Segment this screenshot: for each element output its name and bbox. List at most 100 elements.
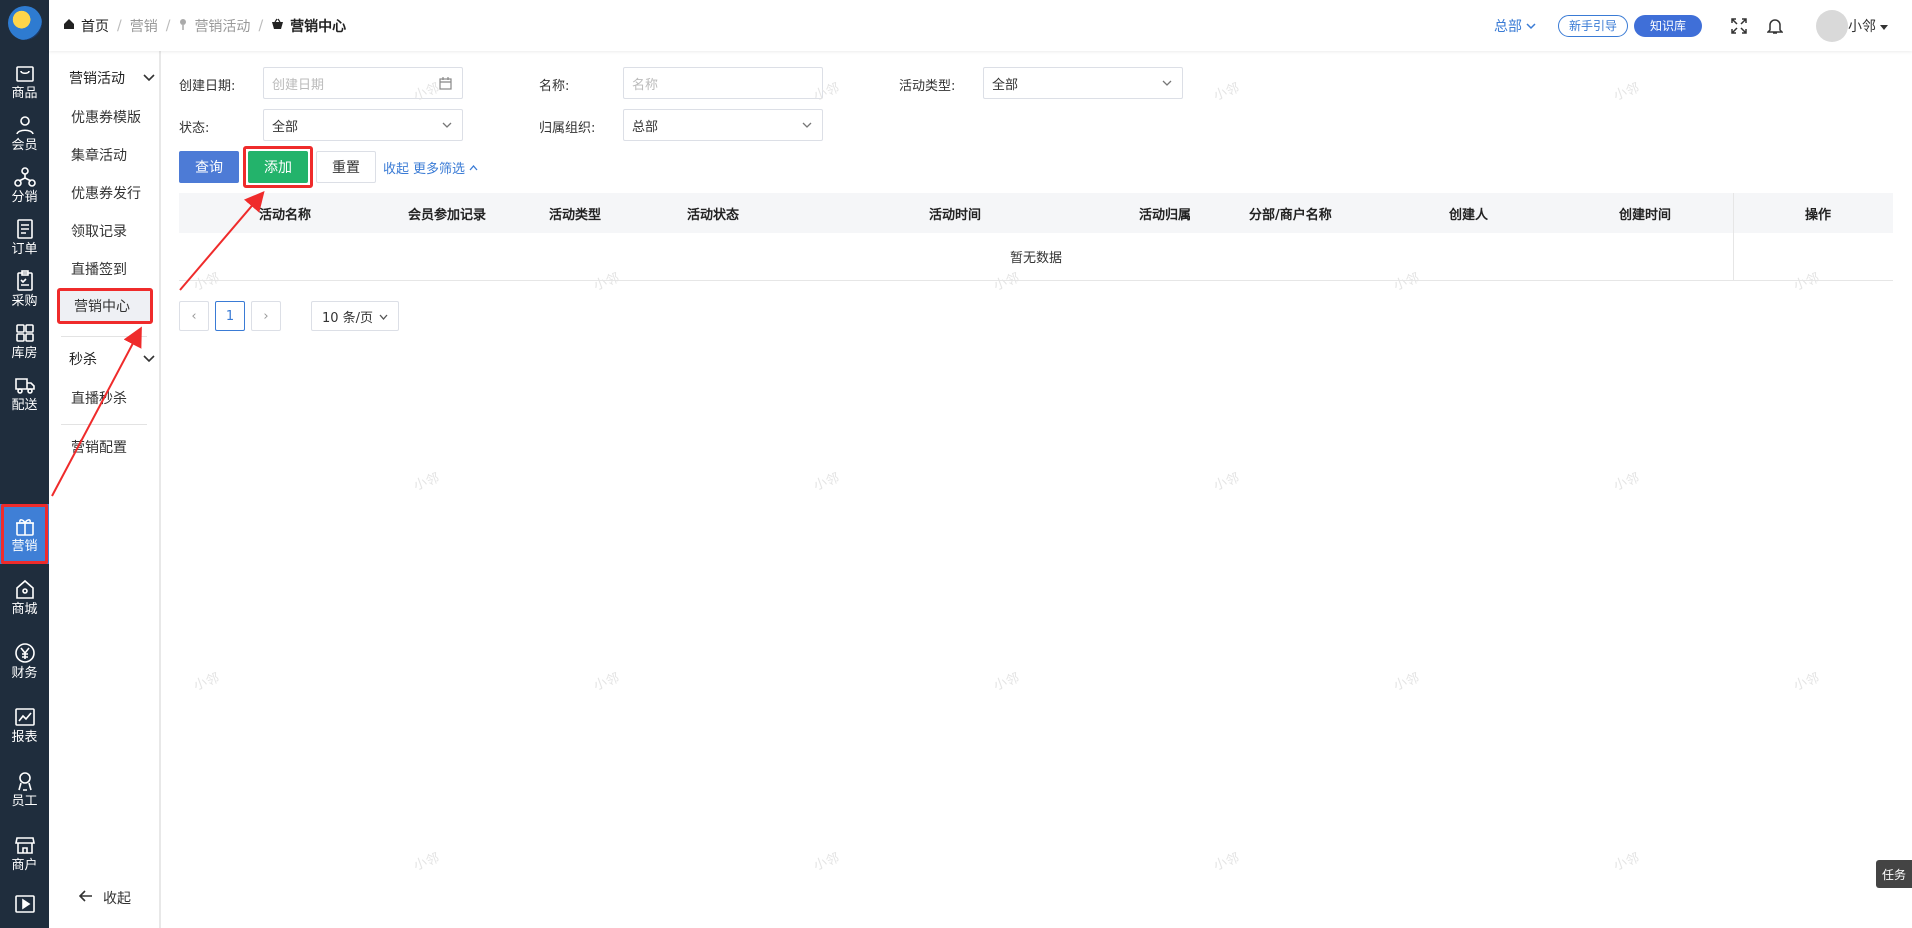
breadcrumb-separator: /: [165, 17, 171, 34]
rail-label: 商城: [11, 601, 38, 617]
breadcrumb-marketing[interactable]: 营销: [130, 16, 158, 36]
app-logo[interactable]: [8, 6, 42, 40]
rail-label: 配送: [11, 397, 38, 413]
column-header[interactable]: 创建人: [1449, 193, 1488, 233]
page-number[interactable]: 1: [215, 301, 245, 331]
column-header[interactable]: 会员参加记录: [408, 193, 486, 233]
rail-item-delivery[interactable]: 配送: [0, 364, 49, 422]
watermark: 小邻: [1211, 80, 1242, 104]
breadcrumb-home[interactable]: 首页: [63, 16, 109, 36]
rail-item-marketing[interactable]: 营销: [0, 504, 49, 564]
chevron-down-icon: [802, 110, 812, 140]
column-header[interactable]: 活动类型: [549, 193, 601, 233]
rail-item-goods[interactable]: 商品: [0, 52, 49, 110]
watermark: 小邻: [191, 670, 222, 694]
query-button[interactable]: 查询: [179, 151, 239, 183]
breadcrumb-separator: /: [258, 17, 264, 34]
rail-item-report[interactable]: 报表: [0, 696, 49, 754]
submenu-item-records[interactable]: 领取记录: [71, 221, 127, 241]
reset-button[interactable]: 重置: [316, 151, 376, 183]
rail-item-distribution[interactable]: 分销: [0, 156, 49, 214]
submenu-item-coupon-issue[interactable]: 优惠券发行: [71, 183, 141, 203]
gift-icon: [14, 515, 36, 537]
status-select[interactable]: 全部: [263, 109, 463, 141]
rail-label: 商品: [11, 85, 38, 101]
submenu-item-coupon-template[interactable]: 优惠券模版: [71, 107, 141, 127]
page-size-select[interactable]: 10 条/页: [311, 301, 400, 331]
rail-item-member[interactable]: 会员: [0, 104, 49, 162]
breadcrumb-home-label: 首页: [81, 18, 109, 35]
collapse-filters-label: 收起: [383, 162, 410, 177]
next-page-button[interactable]: ›: [251, 301, 281, 331]
breadcrumb-activity[interactable]: 营销活动: [178, 16, 250, 36]
column-header[interactable]: 活动归属: [1139, 193, 1191, 233]
watermark: 小邻: [411, 850, 442, 874]
rail-label: 库房: [11, 345, 38, 361]
create-date-picker[interactable]: 创建日期: [263, 67, 463, 99]
submenu-item-config[interactable]: 营销配置: [71, 437, 127, 457]
more-filters-label: 更多筛选: [413, 162, 466, 177]
add-button[interactable]: 添加: [248, 151, 308, 183]
rail-label: 营销: [11, 538, 38, 554]
rail-item-warehouse[interactable]: 库房: [0, 312, 49, 370]
basket-icon: [271, 18, 284, 34]
user-name: 小邻: [1848, 18, 1876, 35]
watermark: 小邻: [1611, 80, 1642, 104]
org-selector[interactable]: 总部: [1494, 16, 1536, 36]
chevron-down-icon: [442, 110, 452, 140]
rail-item-purchase[interactable]: 采购: [0, 260, 49, 318]
submenu-item-live-checkin[interactable]: 直播签到: [71, 259, 127, 279]
column-header[interactable]: 创建时间: [1619, 193, 1671, 233]
chevron-down-icon: [1162, 68, 1172, 98]
breadcrumb-current: 营销中心: [271, 16, 346, 36]
page-size-value: 10 条/页: [322, 310, 374, 326]
table-body: 暂无数据: [179, 233, 1893, 281]
rail-item-finance[interactable]: 财务: [0, 632, 49, 690]
watermark: 小邻: [1611, 850, 1642, 874]
submenu-item-marketing-center[interactable]: 营销中心: [57, 288, 153, 324]
user-menu[interactable]: 小邻: [1848, 16, 1888, 36]
name-input[interactable]: 名称: [623, 67, 823, 99]
prev-page-button[interactable]: ‹: [179, 301, 209, 331]
breadcrumb-label: 营销: [129, 18, 158, 35]
document-icon: [14, 218, 36, 240]
rail-item-mall[interactable]: 商城: [0, 568, 49, 626]
watermark: 小邻: [1211, 470, 1242, 494]
column-header[interactable]: 活动时间: [929, 193, 981, 233]
column-header[interactable]: 活动状态: [687, 193, 739, 233]
chevron-up-icon: [469, 160, 478, 175]
rail-item-order[interactable]: 订单: [0, 208, 49, 266]
more-filters-link[interactable]: 收起 更多筛选: [383, 158, 478, 177]
activity-type-select[interactable]: 全部: [983, 67, 1183, 99]
avatar[interactable]: [1816, 9, 1848, 42]
name-placeholder: 名称: [632, 77, 659, 93]
column-header[interactable]: 分部/商户名称: [1249, 193, 1332, 233]
watermark: 小邻: [1611, 470, 1642, 494]
pin-icon: [178, 18, 188, 34]
chevron-right-icon: ›: [263, 308, 269, 324]
submenu-group-flash-sale[interactable]: 秒杀: [69, 349, 155, 369]
submenu-collapse-button[interactable]: 收起: [78, 888, 131, 908]
chevron-left-icon: ‹: [191, 308, 197, 324]
rail-item-live[interactable]: [0, 884, 49, 924]
activity-table: 活动名称 会员参加记录 活动类型 活动状态 活动时间 活动归属 分部/商户名称 …: [179, 193, 1893, 281]
submenu-group-label: 秒杀: [69, 352, 97, 368]
submenu-group-activity[interactable]: 营销活动: [69, 68, 155, 88]
task-tab[interactable]: 任务: [1876, 860, 1912, 888]
bell-icon[interactable]: [1766, 17, 1784, 35]
caret-down-icon: [1880, 18, 1888, 34]
guide-button[interactable]: 新手引导: [1557, 14, 1628, 37]
column-header[interactable]: 活动名称: [259, 193, 311, 233]
knowledge-base-button[interactable]: 知识库: [1633, 14, 1702, 37]
submenu-item-live-flash[interactable]: 直播秒杀: [71, 388, 127, 408]
operation-column-divider: [1733, 193, 1734, 281]
submenu-item-stamp[interactable]: 集章活动: [71, 145, 127, 165]
rail-item-employee[interactable]: 员工: [0, 760, 49, 818]
rail-item-merchant[interactable]: 商户: [0, 824, 49, 882]
org-label: 归属组织:: [539, 121, 596, 136]
fullscreen-icon[interactable]: [1730, 17, 1748, 35]
org-selector-label: 总部: [1493, 18, 1522, 35]
rail-label: 采购: [11, 293, 38, 309]
watermark: 小邻: [991, 670, 1022, 694]
org-select[interactable]: 总部: [623, 109, 823, 141]
